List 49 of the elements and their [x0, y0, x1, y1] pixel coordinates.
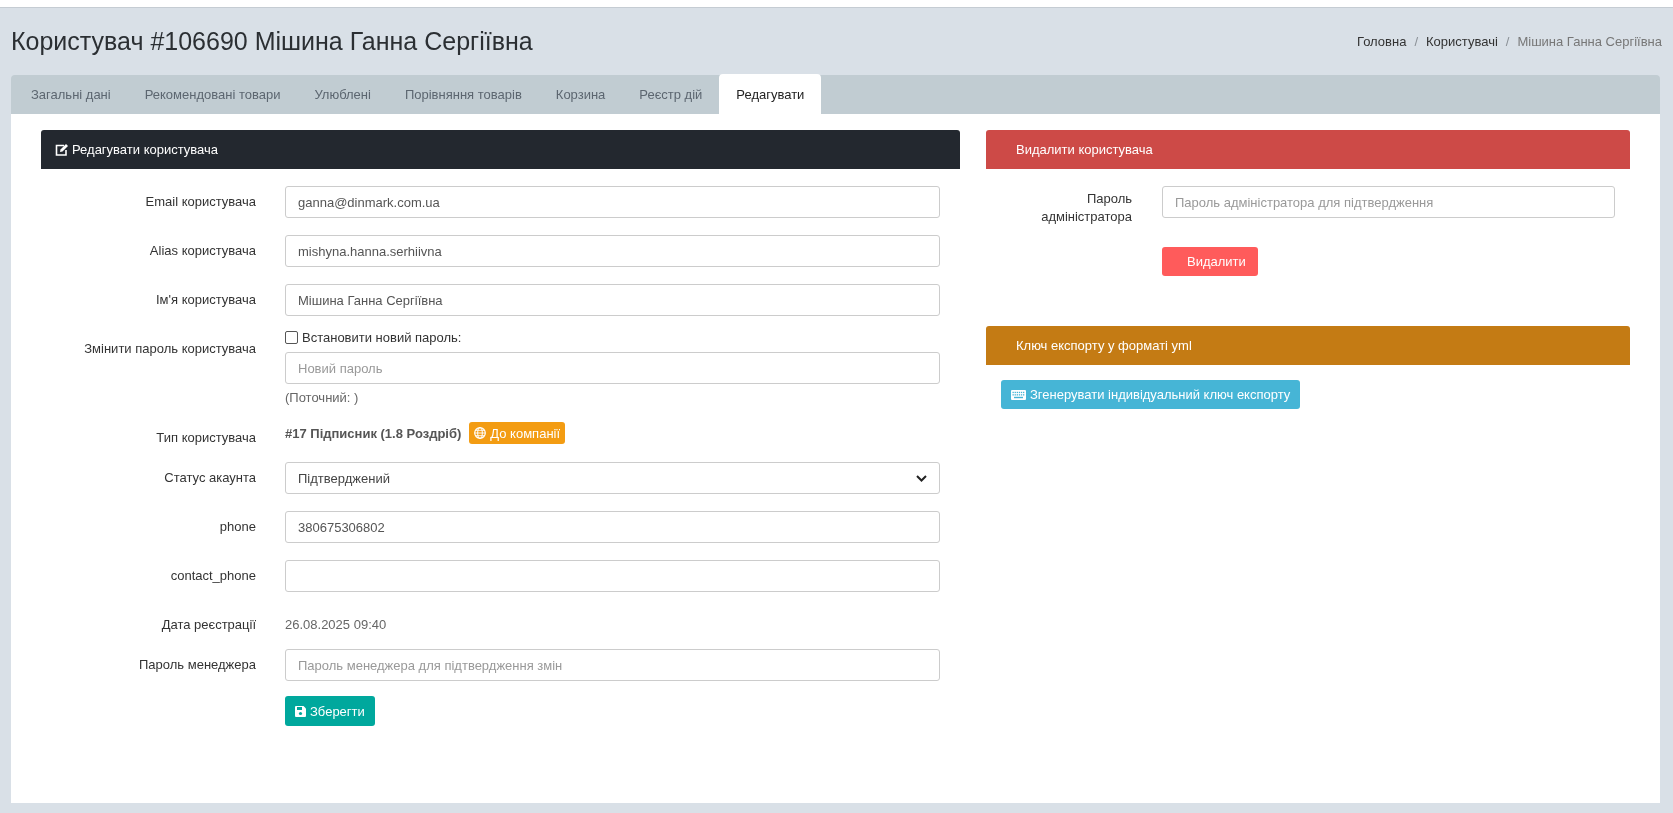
password-field[interactable]: Пароль адміністратора для підтвердження — [1162, 186, 1615, 218]
tab[interactable]: Редагувати — [719, 74, 822, 114]
company-button[interactable]: До компанії — [469, 422, 566, 444]
breadcrumb-separator: / — [1505, 34, 1510, 49]
field-label: Дата реєстрації — [160, 616, 256, 632]
tab[interactable]: Загальні дані — [14, 75, 128, 114]
breadcrumb-current: Мішина Ганна Сергіївна — [1517, 34, 1662, 49]
current-password-note: (Поточний: ) — [285, 390, 359, 405]
tab[interactable]: Рекомендовані товари — [127, 75, 298, 114]
chevron-down-icon — [916, 474, 927, 482]
registration-date: 26.08.2025 09:40 — [285, 616, 388, 632]
breadcrumb-link[interactable]: Користувачі — [1426, 34, 1498, 49]
panel-header: Ключ експорту у форматі yml — [986, 326, 1630, 365]
breadcrumb-separator: / — [1414, 34, 1419, 49]
field-label: Alias користувача — [148, 242, 256, 258]
field-label: Email користувача — [144, 193, 256, 209]
text-field[interactable]: 380675306802 — [285, 511, 940, 543]
breadcrumb-link[interactable]: Головна — [1357, 34, 1407, 49]
generate-key-button[interactable]: Згенерувати індивідуальний ключ експорту — [1001, 380, 1301, 409]
status-select[interactable]: Підтверджений — [285, 462, 940, 494]
field-label: Тип користувача — [155, 429, 256, 445]
text-field[interactable]: Мішина Ганна Сергіївна — [285, 284, 940, 316]
text-field[interactable]: Пароль менеджера для підтвердження змін — [285, 649, 940, 681]
text-field[interactable]: mishyna.hanna.serhiivna — [285, 235, 940, 267]
tab[interactable]: Корзина — [538, 75, 623, 114]
keyboard-icon — [1011, 389, 1026, 400]
panel-header: Видалити користувача — [986, 130, 1630, 169]
edit-icon — [55, 143, 68, 156]
text-field[interactable] — [285, 560, 940, 592]
checkbox[interactable] — [285, 331, 298, 344]
field-label: phone — [218, 518, 256, 534]
save-button[interactable]: Зберегти — [285, 696, 375, 726]
page-title: Користувач #106690 Мішина Ганна Сергіївна — [11, 27, 533, 56]
user-type: #17 Підписник (1.8 Роздріб) — [285, 425, 462, 441]
tab[interactable]: Порівняння товарів — [387, 75, 539, 114]
field-label: Пароль менеджера — [138, 656, 256, 672]
tab[interactable]: Улюблені — [297, 75, 388, 114]
tab[interactable]: Реєстр дій — [622, 75, 720, 114]
field-label: Змінити пароль користувача — [83, 340, 256, 356]
text-field[interactable]: ganna@dinmark.com.ua — [285, 186, 940, 218]
checkbox-label: Встановити новий пароль: — [302, 330, 462, 345]
globe-icon — [474, 427, 487, 439]
delete-button[interactable]: Видалити — [1162, 247, 1258, 276]
field-label: Статус акаунта — [163, 469, 256, 485]
panel-header: Редагувати користувача — [41, 130, 960, 169]
field-label: Пароль адміністратора — [1040, 190, 1132, 226]
field-label: contact_phone — [169, 567, 256, 583]
password-field[interactable]: Новий пароль — [285, 352, 940, 384]
field-label: Ім'я користувача — [154, 291, 256, 307]
